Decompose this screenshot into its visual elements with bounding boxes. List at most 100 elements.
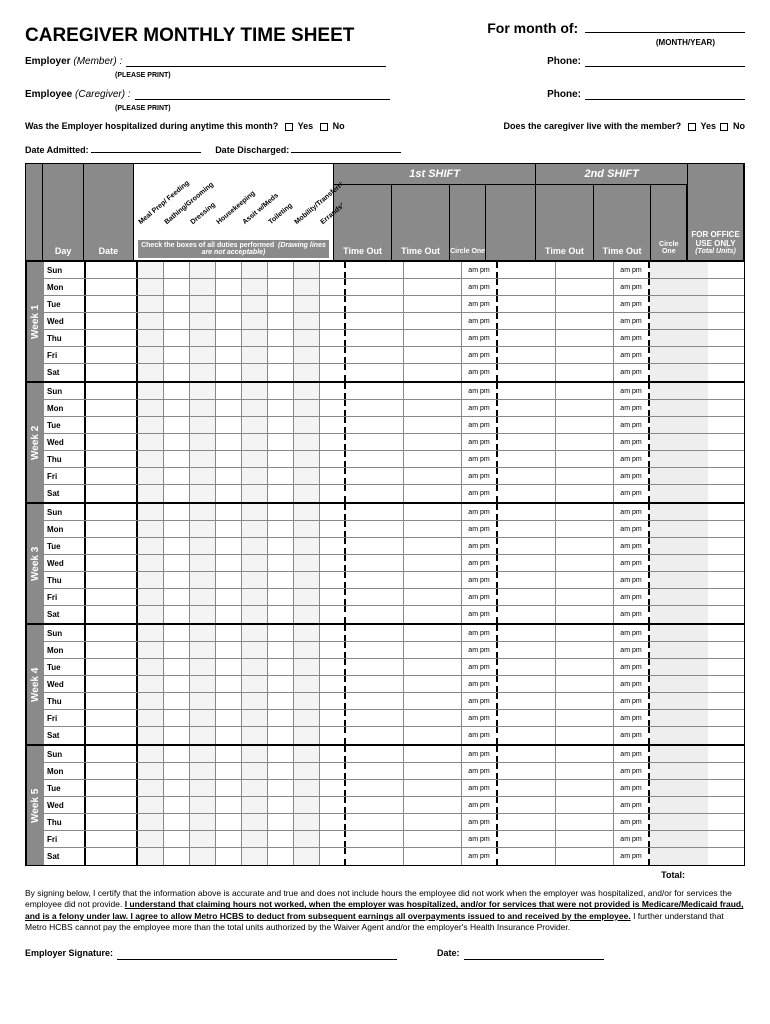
date-cell[interactable] [86, 313, 138, 329]
date-cell[interactable] [86, 451, 138, 467]
duty-checkbox[interactable] [268, 676, 294, 692]
hospitalized-no-checkbox[interactable] [320, 123, 328, 131]
shift1-ampm[interactable]: am pm [462, 797, 498, 813]
duty-checkbox[interactable] [320, 330, 346, 346]
shift1-ampm[interactable]: am pm [462, 625, 498, 641]
duty-checkbox[interactable] [268, 279, 294, 295]
duty-checkbox[interactable] [268, 504, 294, 520]
duty-checkbox[interactable] [242, 848, 268, 865]
duty-checkbox[interactable] [190, 434, 216, 450]
duty-checkbox[interactable] [294, 555, 320, 571]
duty-checkbox[interactable] [268, 330, 294, 346]
shift1-ampm[interactable]: am pm [462, 504, 498, 520]
shift1-time-cell[interactable] [404, 659, 462, 675]
duty-checkbox[interactable] [216, 347, 242, 363]
shift1-time-cell[interactable] [404, 504, 462, 520]
date-discharged-line[interactable] [291, 141, 401, 153]
duty-checkbox[interactable] [216, 746, 242, 762]
duty-checkbox[interactable] [190, 606, 216, 623]
duty-checkbox[interactable] [164, 347, 190, 363]
duty-checkbox[interactable] [190, 504, 216, 520]
shift2-time-cell[interactable] [556, 347, 614, 363]
duty-checkbox[interactable] [138, 521, 164, 537]
duty-checkbox[interactable] [294, 746, 320, 762]
duty-checkbox[interactable] [294, 727, 320, 744]
shift1-time-cell[interactable] [404, 831, 462, 847]
shift1-ampm[interactable]: am pm [462, 400, 498, 416]
shift1-ampm[interactable]: am pm [462, 383, 498, 399]
shift1-time-cell[interactable] [346, 676, 404, 692]
shift1-ampm[interactable]: am pm [462, 780, 498, 796]
duty-checkbox[interactable] [138, 589, 164, 605]
duty-checkbox[interactable] [164, 468, 190, 484]
duty-checkbox[interactable] [190, 642, 216, 658]
shift2-time-cell[interactable] [556, 383, 614, 399]
shift1-time-cell[interactable] [346, 746, 404, 762]
duty-checkbox[interactable] [190, 625, 216, 641]
shift1-ampm[interactable]: am pm [462, 848, 498, 865]
duty-checkbox[interactable] [320, 451, 346, 467]
shift1-time-cell[interactable] [404, 383, 462, 399]
shift1-time-cell[interactable] [346, 659, 404, 675]
shift1-time-cell[interactable] [346, 451, 404, 467]
shift1-time-cell[interactable] [346, 330, 404, 346]
shift2-ampm[interactable]: am pm [614, 693, 650, 709]
duty-checkbox[interactable] [242, 434, 268, 450]
shift2-time-cell[interactable] [556, 262, 614, 278]
duty-checkbox[interactable] [164, 831, 190, 847]
duty-checkbox[interactable] [268, 572, 294, 588]
duty-checkbox[interactable] [164, 279, 190, 295]
shift2-time-cell[interactable] [556, 521, 614, 537]
duty-checkbox[interactable] [164, 521, 190, 537]
date-cell[interactable] [86, 364, 138, 381]
duty-checkbox[interactable] [164, 434, 190, 450]
shift2-time-cell[interactable] [556, 606, 614, 623]
date-cell[interactable] [86, 727, 138, 744]
duty-checkbox[interactable] [138, 727, 164, 744]
duty-checkbox[interactable] [190, 848, 216, 865]
shift2-time-cell[interactable] [498, 831, 556, 847]
duty-checkbox[interactable] [164, 400, 190, 416]
shift1-ampm[interactable]: am pm [462, 485, 498, 502]
duty-checkbox[interactable] [294, 468, 320, 484]
duty-checkbox[interactable] [242, 642, 268, 658]
shift1-time-cell[interactable] [404, 642, 462, 658]
duty-checkbox[interactable] [216, 659, 242, 675]
date-cell[interactable] [86, 521, 138, 537]
shift1-ampm[interactable]: am pm [462, 763, 498, 779]
shift1-time-cell[interactable] [404, 606, 462, 623]
live-yes-checkbox[interactable] [688, 123, 696, 131]
shift1-ampm[interactable]: am pm [462, 347, 498, 363]
shift2-time-cell[interactable] [556, 296, 614, 312]
duty-checkbox[interactable] [164, 262, 190, 278]
date-cell[interactable] [86, 504, 138, 520]
duty-checkbox[interactable] [268, 780, 294, 796]
shift1-time-cell[interactable] [404, 625, 462, 641]
duty-checkbox[interactable] [320, 625, 346, 641]
shift1-time-cell[interactable] [346, 347, 404, 363]
duty-checkbox[interactable] [216, 313, 242, 329]
duty-checkbox[interactable] [164, 746, 190, 762]
duty-checkbox[interactable] [190, 797, 216, 813]
shift2-time-cell[interactable] [498, 848, 556, 865]
duty-checkbox[interactable] [190, 296, 216, 312]
duty-checkbox[interactable] [242, 746, 268, 762]
duty-checkbox[interactable] [216, 538, 242, 554]
duty-checkbox[interactable] [294, 642, 320, 658]
date-cell[interactable] [86, 625, 138, 641]
shift1-ampm[interactable]: am pm [462, 572, 498, 588]
shift2-time-cell[interactable] [556, 279, 614, 295]
duty-checkbox[interactable] [242, 814, 268, 830]
duty-checkbox[interactable] [216, 676, 242, 692]
shift2-time-cell[interactable] [498, 451, 556, 467]
shift2-ampm[interactable]: am pm [614, 659, 650, 675]
shift1-time-cell[interactable] [404, 521, 462, 537]
shift2-ampm[interactable]: am pm [614, 625, 650, 641]
shift2-time-cell[interactable] [498, 676, 556, 692]
duty-checkbox[interactable] [242, 468, 268, 484]
shift1-ampm[interactable]: am pm [462, 589, 498, 605]
duty-checkbox[interactable] [294, 296, 320, 312]
shift2-time-cell[interactable] [556, 330, 614, 346]
duty-checkbox[interactable] [294, 693, 320, 709]
shift1-time-cell[interactable] [404, 313, 462, 329]
